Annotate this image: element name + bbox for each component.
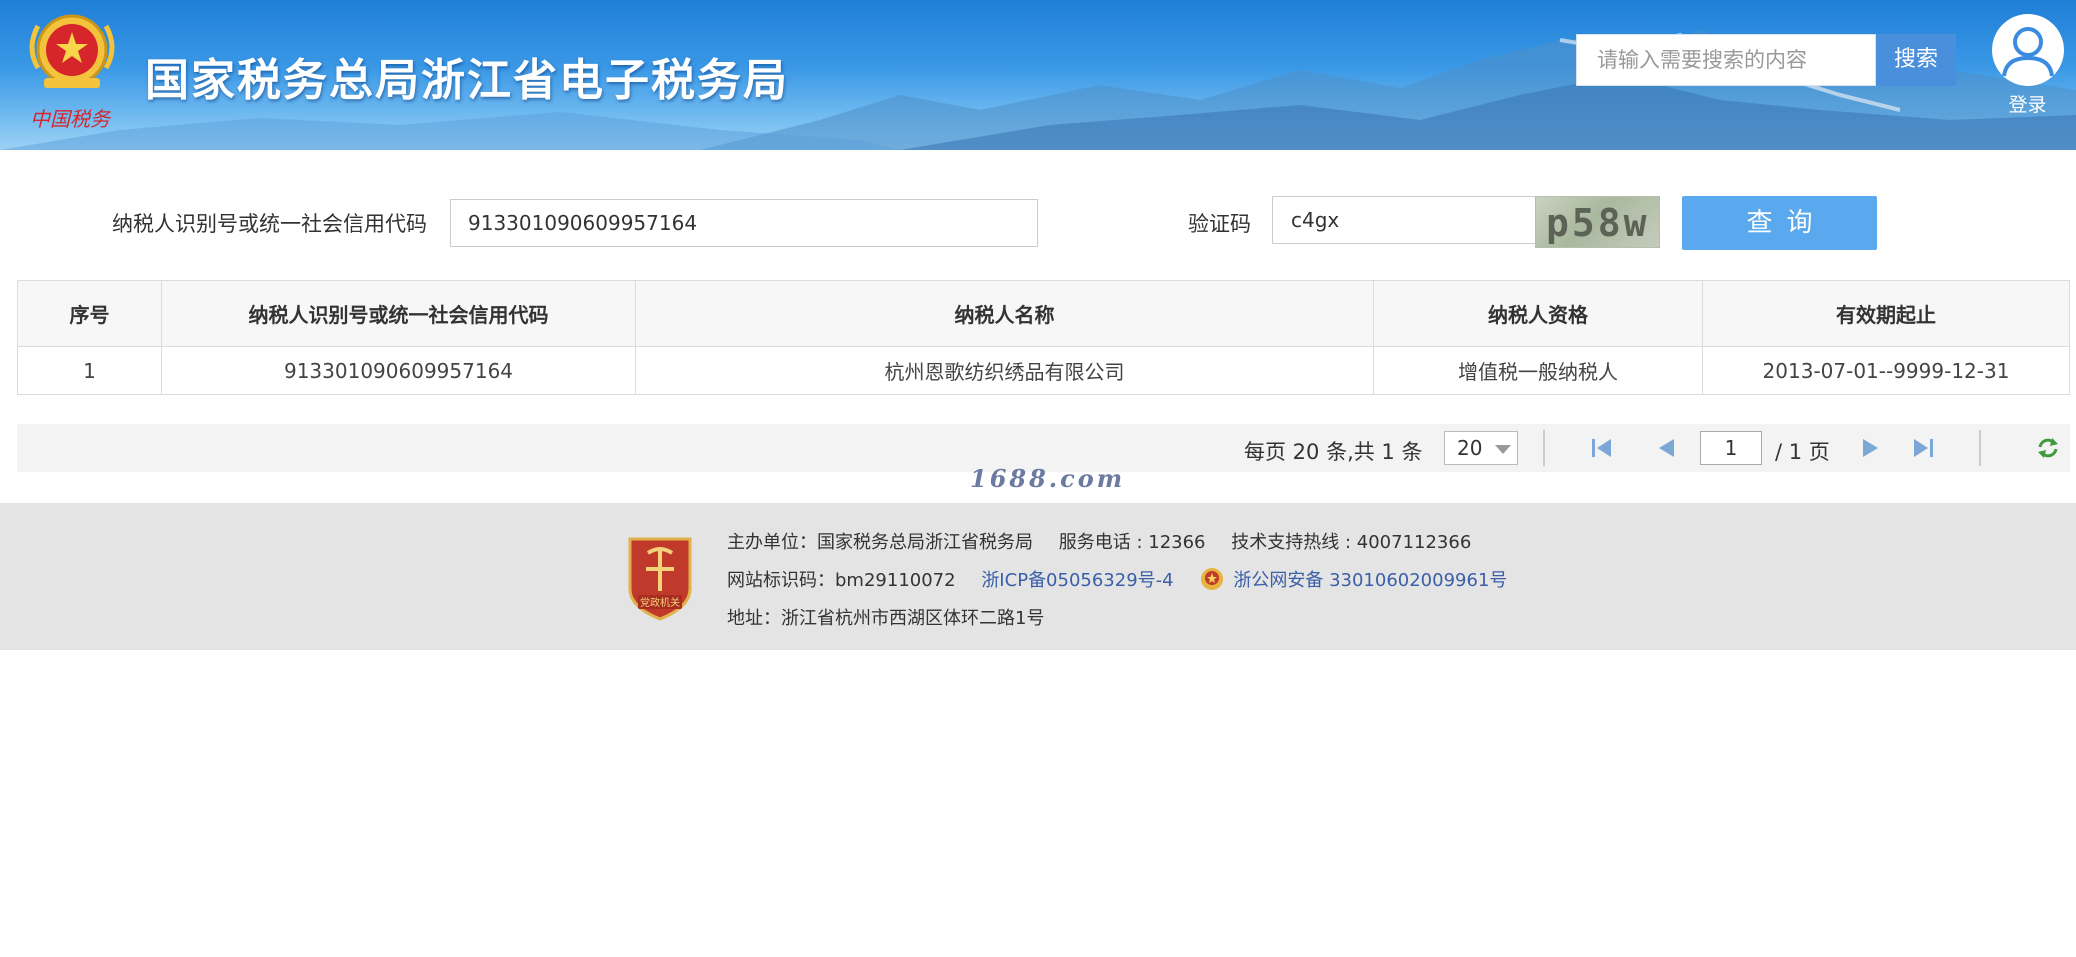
footer-site-code: 网站标识码：bm29110072 xyxy=(727,570,956,591)
column-header: 序号 xyxy=(17,280,162,347)
national-emblem-icon: 中国税务 xyxy=(24,8,124,133)
footer-support-hotline: 技术支持热线 : 4007112366 xyxy=(1231,532,1472,553)
table-cell: 913301090609957164 xyxy=(161,346,636,395)
footer-host: 主办单位：国家税务总局浙江省税务局 xyxy=(727,532,1033,553)
footer-address: 地址：浙江省杭州市西湖区体环二路1号 xyxy=(727,608,1045,629)
table-cell: 增值税一般纳税人 xyxy=(1373,346,1703,395)
footer-line-host: 主办单位：国家税务总局浙江省税务局 服务电话 : 12366 技术支持热线 : … xyxy=(727,528,1471,554)
page-number-input[interactable]: 1 xyxy=(1700,431,1762,465)
first-page-icon[interactable] xyxy=(1589,437,1615,459)
column-header: 有效期起止 xyxy=(1702,280,2070,347)
page-size-value: 20 xyxy=(1457,436,1483,460)
captcha-label: 验证码 xyxy=(1188,212,1251,236)
taxpayer-id-label: 纳税人识别号或统一社会信用代码 xyxy=(112,212,427,236)
police-emblem-icon xyxy=(1201,568,1224,590)
search-input[interactable]: 请输入需要搜索的内容 xyxy=(1576,34,1876,86)
login-button[interactable]: 登录 xyxy=(1990,14,2065,117)
icp-link[interactable]: 浙ICP备05056329号-4 xyxy=(981,570,1173,591)
police-record-link[interactable]: 浙公网安备 33010602009961号 xyxy=(1233,570,1507,591)
site-footer: 党政机关 主办单位：国家税务总局浙江省税务局 服务电话 : 12366 技术支持… xyxy=(0,503,2076,650)
column-header: 纳税人识别号或统一社会信用代码 xyxy=(161,280,636,347)
captcha-image[interactable]: p58w xyxy=(1535,196,1660,248)
captcha-image-text: p58w xyxy=(1546,201,1650,245)
footer-service-phone: 服务电话 : 12366 xyxy=(1058,532,1206,553)
refresh-icon[interactable] xyxy=(2036,436,2060,460)
taxpayer-id-input[interactable]: 913301090609957164 xyxy=(450,199,1038,247)
search-button[interactable]: 搜索 xyxy=(1876,34,1956,86)
watermark: 1688.com xyxy=(970,464,1126,493)
chevron-down-icon xyxy=(1495,445,1511,454)
column-header: 纳税人名称 xyxy=(635,280,1374,347)
table-row: 1 913301090609957164 杭州恩歌纺织绣品有限公司 增值税一般纳… xyxy=(17,346,2070,395)
table-cell: 2013-07-01--9999-12-31 xyxy=(1702,346,2070,395)
site-title: 国家税务总局浙江省电子税务局 xyxy=(145,55,789,106)
footer-line-address: 地址：浙江省杭州市西湖区体环二路1号 xyxy=(727,604,1044,630)
prev-page-icon[interactable] xyxy=(1654,437,1678,459)
last-page-icon[interactable] xyxy=(1910,437,1936,459)
result-table: 序号 纳税人识别号或统一社会信用代码 纳税人名称 纳税人资格 有效期起止 1 9… xyxy=(17,280,2070,395)
svg-text:中国税务: 中国税务 xyxy=(30,107,112,131)
column-header: 纳税人资格 xyxy=(1373,280,1703,347)
separator xyxy=(1543,430,1545,466)
footer-line-registration: 网站标识码：bm29110072 浙ICP备05056329号-4 浙公网安备 … xyxy=(727,566,1507,594)
page-info: 每页 20 条,共 1 条 xyxy=(1244,440,1423,464)
login-label: 登录 xyxy=(2008,94,2047,116)
page-size-select[interactable]: 20 xyxy=(1444,431,1518,465)
site-header: 中国税务 国家税务总局浙江省电子税务局 请输入需要搜索的内容 搜索 登录 xyxy=(0,0,2076,150)
svg-text:党政机关: 党政机关 xyxy=(640,596,680,609)
table-cell: 1 xyxy=(17,346,162,395)
party-gov-badge-icon[interactable]: 党政机关 xyxy=(624,533,696,621)
next-page-icon[interactable] xyxy=(1859,437,1883,459)
query-button[interactable]: 查询 xyxy=(1682,196,1877,250)
separator xyxy=(1979,430,1981,466)
user-avatar-icon xyxy=(1991,14,2064,86)
total-pages: / 1 页 xyxy=(1775,440,1830,464)
captcha-input[interactable]: c4gx xyxy=(1272,196,1536,244)
table-header-row: 序号 纳税人识别号或统一社会信用代码 纳税人名称 纳税人资格 有效期起止 xyxy=(17,280,2070,347)
table-cell: 杭州恩歌纺织绣品有限公司 xyxy=(635,346,1374,395)
